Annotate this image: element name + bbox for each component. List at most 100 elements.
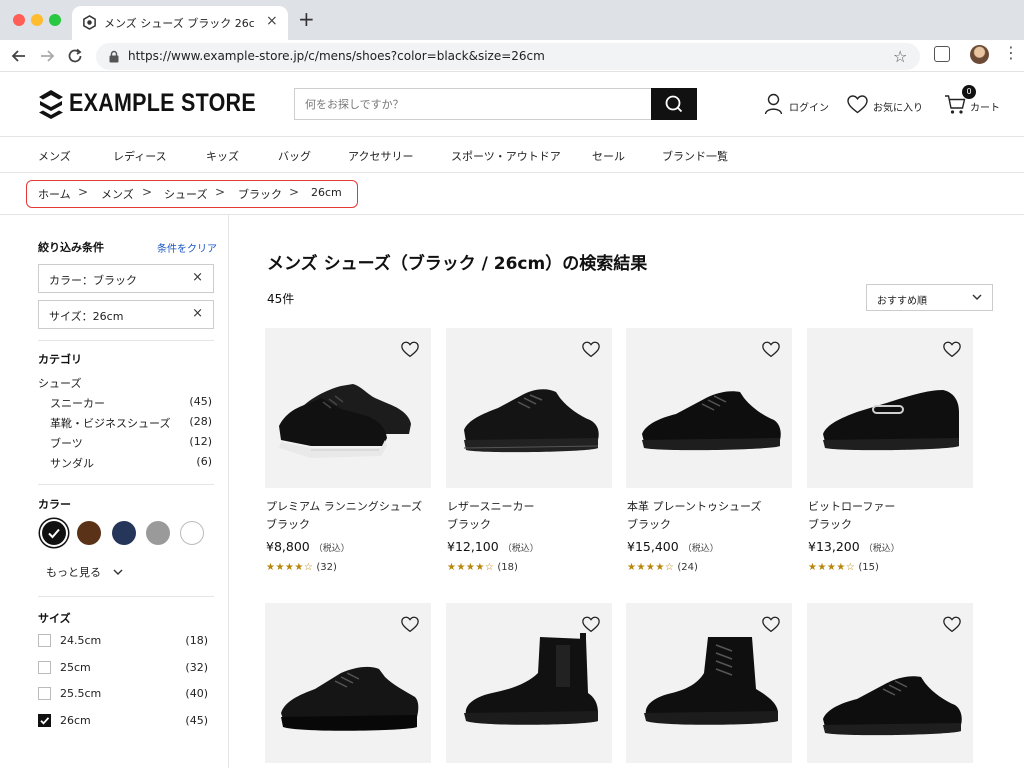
size-label: 26cm [60,714,91,727]
forward-arrow-icon[interactable] [37,46,57,66]
nav-item-sports-outdoor[interactable]: スポーツ・アウトドア [451,148,561,164]
favorite-heart-icon[interactable] [762,616,780,633]
size-checkbox[interactable] [38,661,51,674]
product-image[interactable] [265,603,431,763]
breadcrumb-mens[interactable]: メンズ [101,186,134,202]
color-swatch-brown[interactable] [77,521,101,545]
bookmark-star-icon[interactable]: ☆ [893,47,907,66]
product-card[interactable] [626,603,792,768]
nav-item-mens[interactable]: メンズ [38,148,71,164]
product-image[interactable] [446,328,612,488]
breadcrumb-separator: > [142,185,153,199]
search-button[interactable] [651,88,697,120]
chevron-down-icon [113,569,122,575]
favorite-heart-icon[interactable] [943,341,961,358]
product-name[interactable]: プレミアム ランニングシューズ [266,498,422,514]
cart-link[interactable]: 0 カート [944,85,1004,117]
result-count: 45件 [267,292,295,306]
product-image[interactable] [807,328,973,488]
breadcrumb-shoes[interactable]: シューズ [164,186,207,202]
remove-filter-icon[interactable]: × [192,270,203,285]
sort-select[interactable]: おすすめ順 [866,284,993,311]
color-swatch-white[interactable] [180,521,204,545]
product-card[interactable]: ビットローファー ブラック ¥13,200 （税込） ★★★★☆ (15) [807,328,973,580]
product-card[interactable] [446,603,612,768]
price-value: ¥13,200 [808,539,860,554]
product-name[interactable]: ビットローファー [808,498,895,514]
nav-item-accessories[interactable]: アクセサリー [348,148,413,164]
favorite-heart-icon[interactable] [582,341,600,358]
plain-toe-shoe-image [642,391,781,451]
product-image[interactable] [626,328,792,488]
category-count: (28) [189,415,212,428]
product-card[interactable] [265,603,431,768]
active-filter-color: カラー：ブラック × [38,264,214,293]
size-checkbox[interactable] [38,634,51,647]
login-label: ログイン [789,103,829,114]
browser-tab[interactable]: メンズ シューズ ブラック 26cm × [72,6,288,40]
color-swatch-navy[interactable] [112,521,136,545]
color-swatch-black[interactable] [42,521,66,545]
breadcrumb-separator: > [289,185,300,199]
product-image[interactable] [446,603,612,763]
product-card[interactable] [807,603,973,768]
nav-item-bags[interactable]: バッグ [278,148,311,164]
favorites-link[interactable]: お気に入り [847,93,927,117]
nav-item-kids[interactable]: キッズ [206,148,239,164]
breadcrumb-black[interactable]: ブラック [238,186,282,202]
category-item-sneakers[interactable]: スニーカー (45) [50,395,214,411]
product-image[interactable] [626,603,792,763]
breadcrumb-home[interactable]: ホーム [38,186,71,202]
size-option-25[interactable]: 25cm (32) [38,660,208,676]
favorite-heart-icon[interactable] [582,616,600,633]
favorite-heart-icon[interactable] [401,616,419,633]
more-colors-link[interactable]: もっと見る [46,564,123,580]
breadcrumb-current: 26cm [311,186,342,199]
category-item-boots[interactable]: ブーツ (12) [50,435,214,451]
tab-close-icon[interactable]: × [266,13,278,29]
product-image[interactable] [807,603,973,763]
product-name[interactable]: レザースニーカー [447,498,534,514]
product-rating: ★★★★☆ (18) [447,562,518,573]
tax-note: （税込） [313,544,350,554]
product-image[interactable] [265,328,431,488]
favorite-heart-icon[interactable] [943,616,961,633]
breadcrumb-separator: > [215,185,226,199]
product-card[interactable]: 本革 プレーントゥシューズ ブラック ¥15,400 （税込） ★★★★☆ (24) [626,328,792,580]
browser-menu-icon[interactable]: ⋮ [1003,43,1019,63]
login-link[interactable]: ログイン [764,93,830,117]
product-card[interactable]: レザースニーカー ブラック ¥12,100 （税込） ★★★★☆ (18) [446,328,612,580]
size-checkbox-checked[interactable] [38,714,51,727]
nav-item-brands[interactable]: ブランド一覧 [662,148,728,164]
clear-filters-link[interactable]: 条件をクリア [157,240,217,255]
extensions-icon[interactable] [934,46,950,62]
profile-avatar[interactable] [970,45,989,64]
size-label: 25.5cm [60,687,102,700]
product-card[interactable]: プレミアム ランニングシューズ ブラック ¥8,800 （税込） ★★★★☆ (32… [265,328,431,580]
nav-item-sale[interactable]: セール [592,148,625,164]
color-swatch-gray[interactable] [146,521,170,545]
user-icon [764,93,783,115]
favorite-heart-icon[interactable] [401,341,419,358]
size-checkbox[interactable] [38,687,51,700]
size-option-25-5[interactable]: 25.5cm (40) [38,686,208,702]
category-item-sandals[interactable]: サンダル (6) [50,455,214,471]
nav-item-ladies[interactable]: レディース [113,148,167,164]
back-arrow-icon[interactable] [9,46,29,66]
favorite-heart-icon[interactable] [762,341,780,358]
leather-sneaker-image [463,389,599,453]
window-close-button[interactable] [13,14,25,26]
size-option-26[interactable]: 26cm (45) [38,713,208,729]
new-tab-button[interactable]: + [298,9,315,29]
reload-icon[interactable] [65,46,85,66]
category-parent-shoes[interactable]: シューズ [38,375,81,391]
search-input[interactable] [295,89,652,119]
address-bar[interactable]: https://www.example-store.jp/c/mens/shoe… [96,43,920,70]
product-name[interactable]: 本革 プレーントゥシューズ [627,498,761,514]
window-minimize-button[interactable] [31,14,43,26]
size-heading: サイズ [38,612,71,625]
remove-filter-icon[interactable]: × [192,306,203,321]
size-option-24-5[interactable]: 24.5cm (18) [38,633,208,649]
category-item-business-shoes[interactable]: 革靴・ビジネスシューズ (28) [50,415,214,431]
window-zoom-button[interactable] [49,14,61,26]
